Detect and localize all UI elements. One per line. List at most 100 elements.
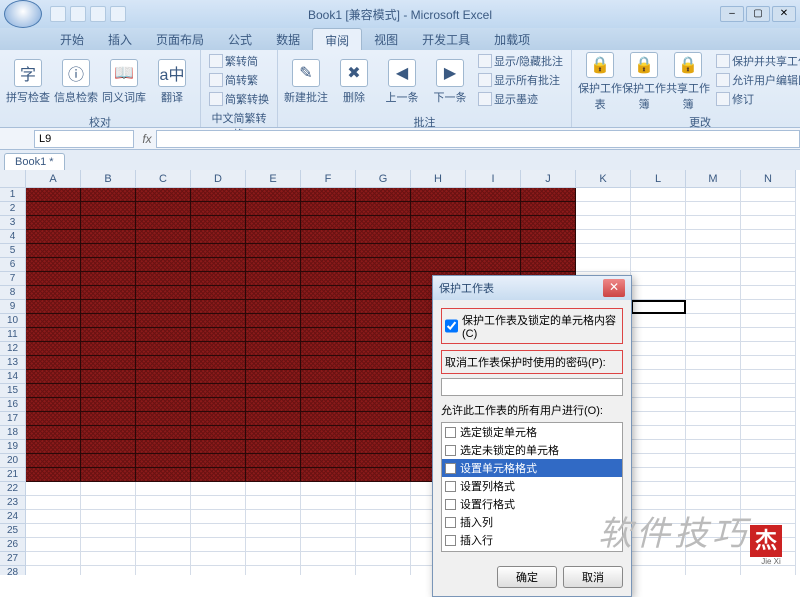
cell[interactable]	[81, 510, 136, 524]
perm-item-4[interactable]: 设置行格式	[442, 495, 622, 513]
qat-save-icon[interactable]	[50, 6, 66, 22]
cell[interactable]	[356, 202, 411, 216]
cell[interactable]	[26, 384, 81, 398]
cell[interactable]	[81, 524, 136, 538]
cell[interactable]	[356, 370, 411, 384]
cell[interactable]	[191, 230, 246, 244]
perm-checkbox[interactable]	[445, 535, 456, 546]
cell[interactable]	[686, 230, 741, 244]
workbook-tab[interactable]: Book1 *	[4, 153, 65, 170]
cell[interactable]	[191, 342, 246, 356]
cell[interactable]	[191, 356, 246, 370]
cell[interactable]	[81, 496, 136, 510]
cell[interactable]	[631, 216, 686, 230]
cell[interactable]	[741, 244, 796, 258]
cell[interactable]	[741, 188, 796, 202]
cell[interactable]	[246, 286, 301, 300]
close-button[interactable]: ✕	[772, 6, 796, 22]
cell[interactable]	[246, 552, 301, 566]
cell[interactable]	[741, 356, 796, 370]
cell[interactable]	[136, 272, 191, 286]
cell[interactable]	[26, 482, 81, 496]
qat-undo-icon[interactable]	[70, 6, 86, 22]
ok-button[interactable]: 确定	[497, 566, 557, 588]
cell[interactable]	[356, 398, 411, 412]
cell[interactable]	[741, 300, 796, 314]
perm-checkbox[interactable]	[445, 427, 456, 438]
cell[interactable]	[136, 468, 191, 482]
row-header-12[interactable]: 12	[0, 342, 26, 356]
cell[interactable]	[631, 258, 686, 272]
cell[interactable]	[26, 370, 81, 384]
cell[interactable]	[356, 510, 411, 524]
cell[interactable]	[356, 482, 411, 496]
cell[interactable]	[81, 440, 136, 454]
row-header-6[interactable]: 6	[0, 258, 26, 272]
cell[interactable]	[356, 328, 411, 342]
cell[interactable]	[136, 300, 191, 314]
cell[interactable]	[576, 244, 631, 258]
row-header-5[interactable]: 5	[0, 244, 26, 258]
cell[interactable]	[301, 412, 356, 426]
cell[interactable]	[686, 314, 741, 328]
cell[interactable]	[301, 230, 356, 244]
cell[interactable]	[741, 440, 796, 454]
cell[interactable]	[246, 510, 301, 524]
cell[interactable]	[631, 412, 686, 426]
row-header-13[interactable]: 13	[0, 356, 26, 370]
cell[interactable]	[26, 314, 81, 328]
cell[interactable]	[411, 244, 466, 258]
row-header-7[interactable]: 7	[0, 272, 26, 286]
cell[interactable]	[631, 342, 686, 356]
cell[interactable]	[246, 468, 301, 482]
row-header-15[interactable]: 15	[0, 384, 26, 398]
cell[interactable]	[631, 566, 686, 575]
cell[interactable]	[136, 412, 191, 426]
cell[interactable]	[26, 342, 81, 356]
cell[interactable]	[301, 342, 356, 356]
col-header-L[interactable]: L	[631, 170, 686, 188]
cell[interactable]	[191, 272, 246, 286]
password-input[interactable]	[441, 378, 623, 396]
cell[interactable]	[356, 272, 411, 286]
cell[interactable]	[686, 342, 741, 356]
qat-redo-icon[interactable]	[90, 6, 106, 22]
cell[interactable]	[26, 538, 81, 552]
proofing-btn-3[interactable]: a中翻译	[150, 52, 194, 112]
cell[interactable]	[246, 328, 301, 342]
row-header-10[interactable]: 10	[0, 314, 26, 328]
comment-opt-1[interactable]: 显示所有批注	[476, 71, 565, 89]
cell[interactable]	[631, 300, 686, 314]
cell[interactable]	[301, 426, 356, 440]
col-header-B[interactable]: B	[81, 170, 136, 188]
cell[interactable]	[356, 300, 411, 314]
cell[interactable]	[246, 566, 301, 575]
cell[interactable]	[191, 216, 246, 230]
cell[interactable]	[631, 272, 686, 286]
cell[interactable]	[741, 202, 796, 216]
cell[interactable]	[576, 216, 631, 230]
cell[interactable]	[741, 328, 796, 342]
cell[interactable]	[686, 258, 741, 272]
office-button[interactable]	[4, 0, 42, 28]
cell[interactable]	[246, 216, 301, 230]
col-header-K[interactable]: K	[576, 170, 631, 188]
cell[interactable]	[356, 216, 411, 230]
comment-opt-2[interactable]: 显示墨迹	[476, 90, 565, 108]
cell[interactable]	[81, 202, 136, 216]
cell[interactable]	[26, 426, 81, 440]
cell[interactable]	[686, 300, 741, 314]
cell[interactable]	[136, 202, 191, 216]
chinese-item-1[interactable]: 简转繁	[207, 71, 271, 89]
tab-开始[interactable]: 开始	[48, 28, 96, 50]
cell[interactable]	[741, 412, 796, 426]
row-header-1[interactable]: 1	[0, 188, 26, 202]
cell[interactable]	[81, 356, 136, 370]
cell[interactable]	[246, 258, 301, 272]
cell[interactable]	[356, 230, 411, 244]
cell[interactable]	[301, 510, 356, 524]
cell[interactable]	[246, 314, 301, 328]
row-header-25[interactable]: 25	[0, 524, 26, 538]
cell[interactable]	[356, 552, 411, 566]
perm-item-1[interactable]: 选定未锁定的单元格	[442, 441, 622, 459]
